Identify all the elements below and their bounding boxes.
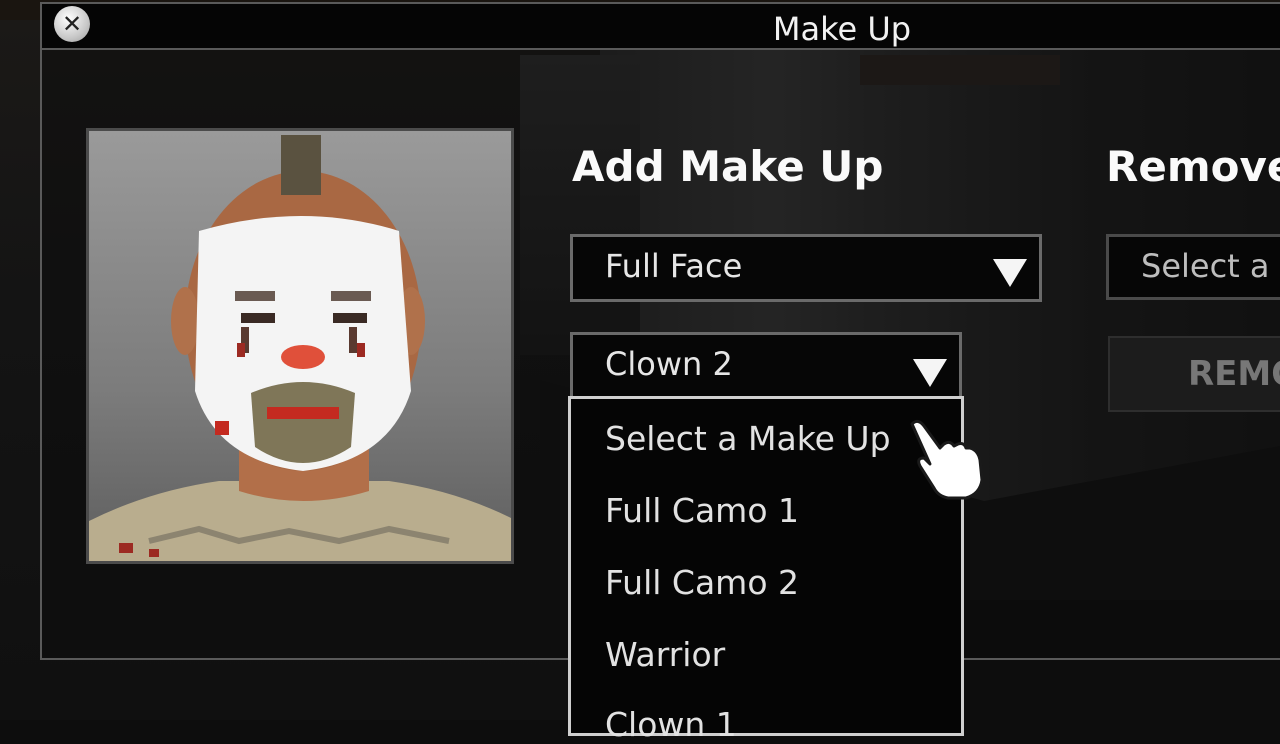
menu-option[interactable]: Full Camo 1 [605, 491, 799, 530]
menu-option[interactable]: Select a Make Up [605, 419, 891, 458]
character-preview-image [89, 135, 511, 561]
remove-makeup-value: Select a I [1141, 247, 1280, 285]
window-titlebar: Make Up [40, 2, 1280, 50]
makeup-category-dropdown[interactable]: Full Face [570, 234, 1042, 302]
makeup-style-dropdown[interactable]: Clown 2 [570, 332, 962, 400]
remove-button-label: REMO [1188, 354, 1280, 394]
makeup-category-value: Full Face [605, 247, 743, 285]
menu-option[interactable]: Full Camo 2 [605, 563, 799, 602]
character-portrait [86, 128, 514, 564]
triangle-down-icon [913, 359, 947, 387]
makeup-style-value: Clown 2 [605, 345, 733, 383]
window-title: Make Up [772, 10, 912, 48]
remove-makeup-heading: Remove [1106, 142, 1280, 191]
hand-pointer-icon [910, 419, 984, 500]
close-icon[interactable]: ✕ [54, 6, 90, 42]
triangle-down-icon [993, 259, 1027, 287]
menu-option[interactable]: Clown 1 [605, 705, 737, 744]
add-makeup-heading: Add Make Up [572, 142, 884, 191]
remove-makeup-dropdown[interactable]: Select a I [1106, 234, 1280, 300]
remove-button[interactable]: REMO [1108, 336, 1280, 412]
menu-option[interactable]: Warrior [605, 635, 725, 674]
